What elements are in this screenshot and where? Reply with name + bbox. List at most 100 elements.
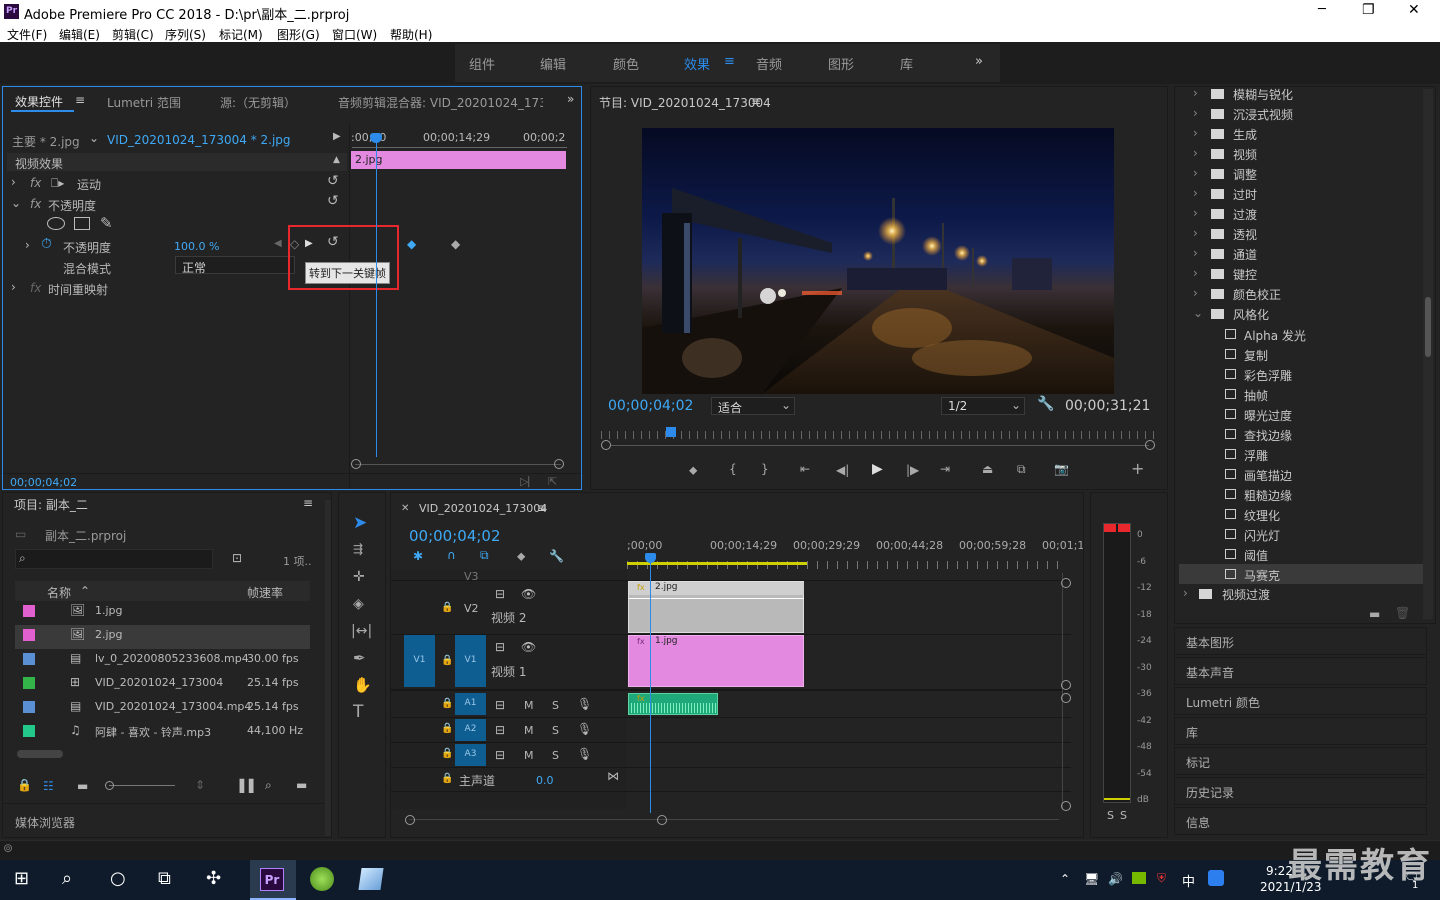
col-fps-header[interactable]: 帧速率 [247,584,283,601]
keyframe-2[interactable]: ◆ [451,237,460,251]
new-search-bin-icon[interactable]: ⊡ [232,551,242,565]
effects-folder-4[interactable]: 调整 [1233,166,1257,183]
menu-edit[interactable]: 编辑(E) [59,26,100,43]
nvidia-icon[interactable] [1132,872,1146,884]
panel-tab-0[interactable]: 基本图形 [1186,634,1234,651]
v1-source-patch[interactable]: V1 [404,635,435,687]
collapse-up-icon[interactable]: ▲ [333,155,340,165]
effects-folder-1[interactable]: 沉浸式视频 [1233,106,1293,123]
workspace-effects[interactable]: 效果 [684,54,710,73]
effects-folder-2[interactable]: 生成 [1233,126,1257,143]
rectangle-mask-icon[interactable] [74,217,90,230]
program-ruler[interactable] [601,431,1156,439]
add-marker-icon[interactable]: ⬥ [689,464,697,476]
icon-view-icon[interactable]: ▬ [77,779,88,793]
effect-item-12[interactable]: 马赛克 [1244,567,1280,584]
step-back-icon[interactable]: ◀| [836,464,849,476]
effects-folder-10[interactable]: 颜色校正 [1233,286,1281,303]
fit-dropdown-icon[interactable]: ⌄ [781,398,791,412]
project-item-name[interactable]: 阿肆 - 喜欢 - 铃声.mp3 [95,724,211,740]
vscroll-mid-handle[interactable] [1061,680,1071,690]
workspace-assembly[interactable]: 组件 [469,54,495,73]
mark-in-icon[interactable]: { [729,463,737,475]
tray-chevron-icon[interactable]: ⌃ [1060,872,1070,886]
sort-icon[interactable]: ⇕ [195,778,205,792]
lift-icon[interactable]: ⏏ [982,463,993,475]
color-label[interactable] [23,701,35,713]
meter-solo-right[interactable]: S [1120,809,1127,822]
ec-zoom-handle-left[interactable] [351,459,361,469]
new-bin-icon[interactable]: ▬ [1369,607,1380,621]
motion-expand-icon[interactable]: › [11,175,16,189]
folder-expand-icon[interactable]: › [1193,126,1198,140]
project-item-name[interactable]: lv_0_20200805233608.mp4 [95,652,249,665]
slip-tool-icon[interactable]: |↔| [351,624,372,638]
a2-mute[interactable]: M [524,724,534,737]
close-button[interactable]: ✕ [1408,2,1420,18]
hscroll-right-handle[interactable] [657,815,667,825]
ec-export-icon[interactable]: ⇱ [548,475,557,488]
add-marker-tl-icon[interactable]: ⬥ [517,550,525,562]
folder-expand-icon[interactable]: › [1193,166,1198,180]
a2-solo[interactable]: S [552,724,559,737]
clip-selector[interactable]: VID_20201024_173004 * 2.jpg [107,133,291,147]
folder-expand-icon[interactable]: › [1183,586,1188,600]
folder-expand-icon[interactable]: › [1193,206,1198,220]
tab-source[interactable]: 源:（无剪辑） [220,94,296,111]
menu-window[interactable]: 窗口(W) [332,26,377,43]
export-frame-icon[interactable]: 📷 [1054,463,1069,475]
tab-menu-icon[interactable]: ≡ [75,93,85,107]
panel-tab-1[interactable]: 基本声音 [1186,664,1234,681]
selection-tool-icon[interactable]: ➤ [353,515,367,532]
folder-expand-icon[interactable]: › [1193,286,1198,300]
project-menu-icon[interactable]: ≡ [303,496,313,510]
v1-sync-icon[interactable]: ⊟ [495,640,505,654]
a1-mic-icon[interactable]: 🎙 [577,697,592,711]
time-remap-fx-icon[interactable]: fx [30,281,41,295]
vscroll-mid-handle2[interactable] [1061,693,1071,703]
network-icon[interactable]: 🖥 [1084,872,1099,886]
workspace-audio[interactable]: 音频 [756,54,782,73]
minimize-button[interactable]: ─ [1318,2,1326,17]
cortana-icon[interactable]: ○ [110,868,126,889]
motion-fx-icon[interactable]: fx [30,176,41,190]
panel-tab-4[interactable]: 标记 [1186,754,1210,771]
sort-asc-icon[interactable]: ⌃ [80,584,90,598]
nest-toggle-icon[interactable]: ✱ [413,550,423,562]
effect-item-9[interactable]: 纹理化 [1244,507,1280,524]
panel-tab-5[interactable]: 历史记录 [1186,784,1234,801]
opacity-value[interactable]: 100.0 % [174,240,219,253]
panel-tab-6[interactable]: 信息 [1186,814,1210,831]
a3-target[interactable]: A3 [455,744,486,766]
v1-lock-icon[interactable]: 🔒 [441,655,453,666]
menu-graphics[interactable]: 图形(G) [277,26,320,43]
menu-marker[interactable]: 标记(M) [219,26,263,43]
project-search-input[interactable] [15,549,213,569]
timeline-settings-icon[interactable]: 🔧 [549,550,564,562]
motion-transform-icon[interactable]: ⎕▸ [51,176,64,191]
vscroll-bottom-handle[interactable] [1061,801,1071,811]
workspace-graphics[interactable]: 图形 [828,54,854,73]
effect-item-7[interactable]: 画笔描边 [1244,467,1292,484]
project-item-name[interactable]: 2.jpg [95,628,123,641]
zoom-slider[interactable] [109,785,175,786]
pen-tool-icon[interactable]: ✒ [353,651,366,666]
menu-file[interactable]: 文件(F) [7,26,47,43]
project-item-name[interactable]: VID_20201024_173004 [95,676,223,689]
pen-mask-icon[interactable]: ✎ [100,214,113,232]
ec-clip-bar[interactable]: 2.jpg [351,151,566,169]
effect-item-2[interactable]: 彩色浮雕 [1244,367,1292,384]
meter-solo-left[interactable]: S [1107,809,1114,822]
timeline-timecode[interactable]: 00;00;04;02 [409,527,501,545]
effect-item-1[interactable]: 复制 [1244,347,1268,364]
color-label[interactable] [23,629,35,641]
animate-stopwatch-icon[interactable]: ⏱ [41,236,52,252]
blend-mode-select[interactable]: 正常 [175,256,295,275]
effects-folder-6[interactable]: 过渡 [1233,206,1257,223]
master-go-icon[interactable]: ⋈ [607,769,619,783]
col-name-header[interactable]: 名称 [47,584,71,601]
mark-out-icon[interactable]: } [761,463,769,475]
linked-selection-icon[interactable]: ⧉ [480,549,489,561]
clip-v2-2jpg[interactable]: 2.jpg fx [628,581,804,633]
a1-lock-icon[interactable]: 🔒 [441,698,453,709]
